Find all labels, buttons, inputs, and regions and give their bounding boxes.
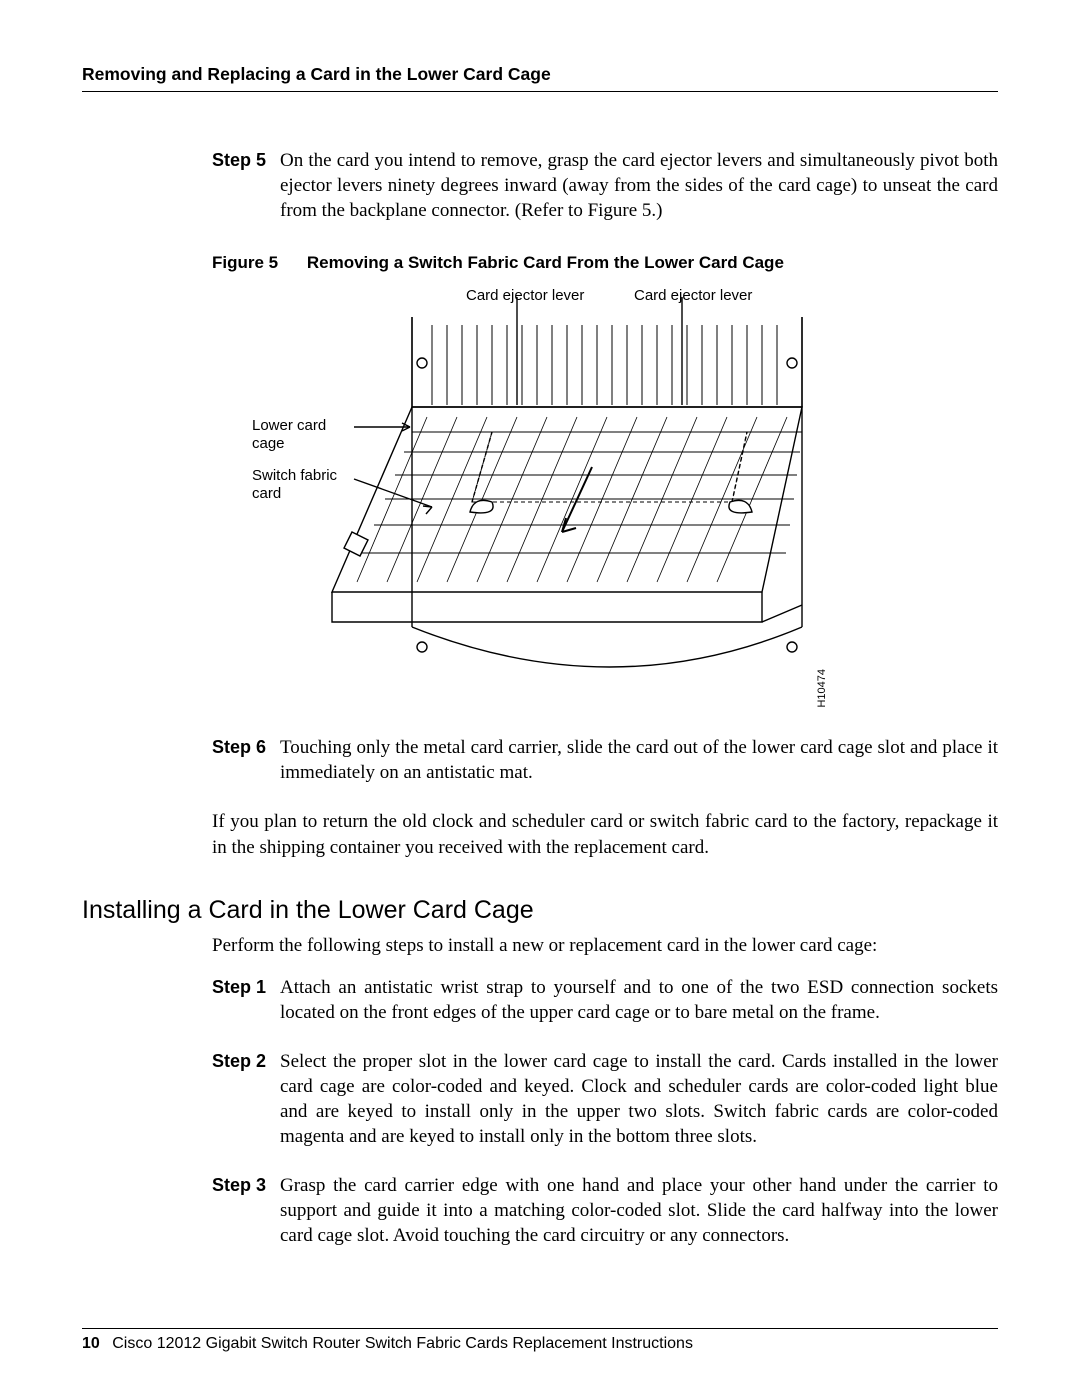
step-text: On the card you intend to remove, grasp … [280, 148, 998, 223]
label-ejector-left: Card ejector lever [466, 287, 584, 305]
footer-rule [82, 1328, 998, 1329]
figure-number: Figure 5 [212, 253, 278, 273]
step-label: Step 6 [212, 735, 280, 785]
page-footer: 10 Cisco 12012 Gigabit Switch Router Swi… [82, 1328, 998, 1353]
label-lower-cage: Lower card cage [252, 417, 326, 453]
install-step-3: Step 3 Grasp the card carrier edge with … [212, 1173, 998, 1248]
figure-title: Removing a Switch Fabric Card From the L… [307, 253, 784, 272]
figure-5-diagram: Card ejector lever Card ejector lever Lo… [262, 287, 822, 717]
step-text: Grasp the card carrier edge with one han… [280, 1173, 998, 1248]
label-switch-card: Switch fabric card [252, 467, 337, 503]
step-label: Step 3 [212, 1173, 280, 1248]
doc-title: Cisco 12012 Gigabit Switch Router Switch… [112, 1335, 693, 1352]
step-6: Step 6 Touching only the metal card carr… [212, 735, 998, 785]
step-5: Step 5 On the card you intend to remove,… [212, 148, 998, 223]
step-label: Step 5 [212, 148, 280, 223]
card-cage-illustration [262, 287, 822, 717]
footer-text: 10 Cisco 12012 Gigabit Switch Router Swi… [82, 1335, 998, 1353]
install-step-2: Step 2 Select the proper slot in the low… [212, 1049, 998, 1149]
label-ejector-right: Card ejector lever [634, 287, 752, 305]
step-label: Step 2 [212, 1049, 280, 1149]
running-header: Removing and Replacing a Card in the Low… [82, 64, 998, 85]
section-intro: Perform the following steps to install a… [212, 933, 998, 958]
return-note: If you plan to return the old clock and … [212, 809, 998, 860]
install-step-1: Step 1 Attach an antistatic wrist strap … [212, 975, 998, 1025]
page: Removing and Replacing a Card in the Low… [0, 0, 1080, 1397]
figure-caption: Figure 5 Removing a Switch Fabric Card F… [212, 253, 998, 273]
page-number: 10 [82, 1335, 100, 1352]
section-heading-install: Installing a Card in the Lower Card Cage [82, 896, 998, 925]
header-rule [82, 91, 998, 92]
figure-id: H10474 [816, 669, 828, 708]
step-text: Select the proper slot in the lower card… [280, 1049, 998, 1149]
step-text: Attach an antistatic wrist strap to your… [280, 975, 998, 1025]
step-label: Step 1 [212, 975, 280, 1025]
step-text: Touching only the metal card carrier, sl… [280, 735, 998, 785]
